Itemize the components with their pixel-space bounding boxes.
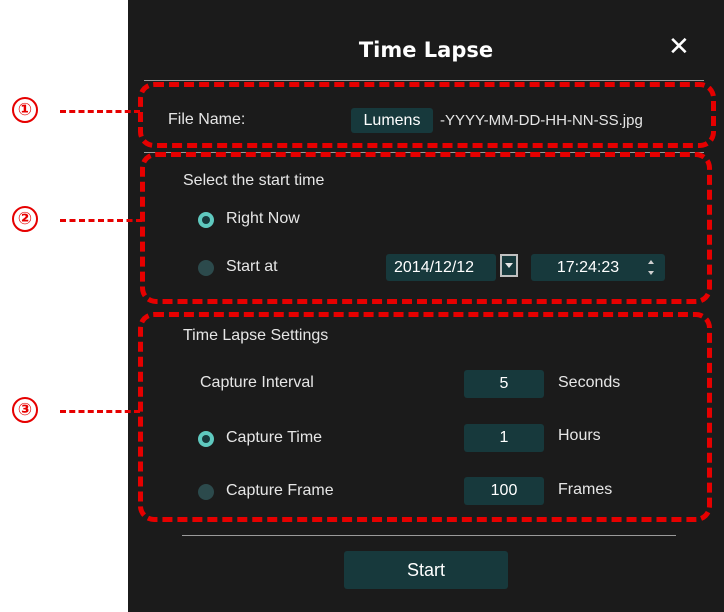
callout-leader-1 [60, 110, 140, 113]
start-button[interactable]: Start [344, 551, 508, 589]
callout-box-file-name [138, 82, 716, 148]
close-icon[interactable]: ✕ [668, 34, 690, 60]
bottom-divider [182, 535, 676, 536]
callout-marker-3: ③ [12, 397, 38, 423]
title-divider [144, 80, 704, 81]
callout-box-start-time [140, 152, 712, 304]
callout-box-settings [138, 312, 712, 522]
callout-marker-1: ① [12, 97, 38, 123]
callout-leader-3 [60, 410, 140, 413]
callout-marker-2: ② [12, 206, 38, 232]
callout-leader-2 [60, 219, 142, 222]
dialog-title: Time Lapse [358, 38, 494, 62]
